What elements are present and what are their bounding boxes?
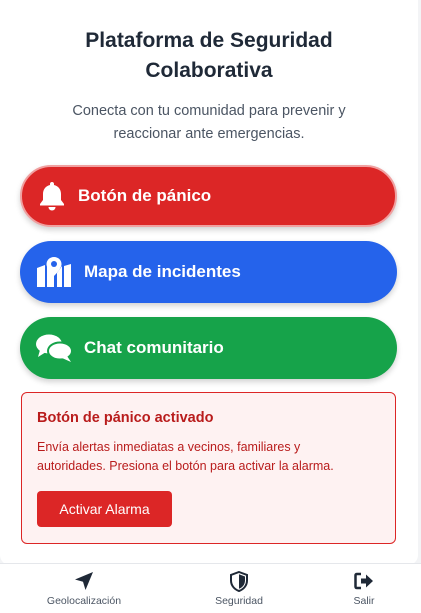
nav-item-geolocation-label: Geolocalización [46, 595, 122, 607]
shield-icon [230, 570, 248, 592]
alert-title: Botón de pánico activado [37, 410, 214, 426]
bell-icon [36, 180, 68, 212]
community-chat-button[interactable]: Chat comunitario [20, 317, 397, 379]
page-title-line2: Colaborativa [145, 59, 273, 82]
location-arrow-icon [74, 570, 94, 592]
incident-map-button[interactable]: Mapa de incidentes [20, 241, 397, 303]
page-subtitle: Conecta con tu comunidad para prevenir y… [30, 100, 388, 146]
activate-alarm-button[interactable]: Activar Alarma [37, 491, 172, 527]
nav-item-security[interactable]: Seguridad [204, 564, 274, 613]
panic-alert-box: Botón de pánico activado Envía alertas i… [21, 392, 396, 544]
bottom-navigation: Geolocalización Seguridad Salir [0, 563, 421, 613]
panic-button-label: Botón de pánico [78, 186, 212, 205]
nav-item-security-label: Seguridad [215, 595, 263, 607]
chat-bubbles-icon [34, 332, 74, 364]
page-subtitle-line2: reaccionar ante emergencias. [113, 126, 305, 142]
page-title: Plataforma de Seguridad Colaborativa [0, 26, 418, 86]
sign-out-icon [354, 570, 374, 592]
page-subtitle-line1: Conecta con tu comunidad para prevenir y [72, 103, 346, 119]
main-card: Plataforma de Seguridad Colaborativa Con… [0, 0, 418, 565]
incident-map-button-label: Mapa de incidentes [84, 262, 241, 281]
panic-button[interactable]: Botón de pánico [20, 165, 397, 227]
nav-item-logout[interactable]: Salir [344, 564, 384, 613]
alert-description-line2: autoridades. Presiona el botón para acti… [37, 459, 334, 473]
community-chat-button-label: Chat comunitario [84, 338, 224, 357]
alert-description-line1: Envía alertas inmediatas a vecinos, fami… [37, 440, 301, 454]
alert-description: Envía alertas inmediatas a vecinos, fami… [37, 438, 382, 476]
nav-item-logout-label: Salir [353, 595, 375, 607]
map-marker-icon [34, 256, 74, 288]
nav-item-geolocation[interactable]: Geolocalización [38, 564, 130, 613]
page-title-line1: Plataforma de Seguridad [85, 29, 333, 52]
